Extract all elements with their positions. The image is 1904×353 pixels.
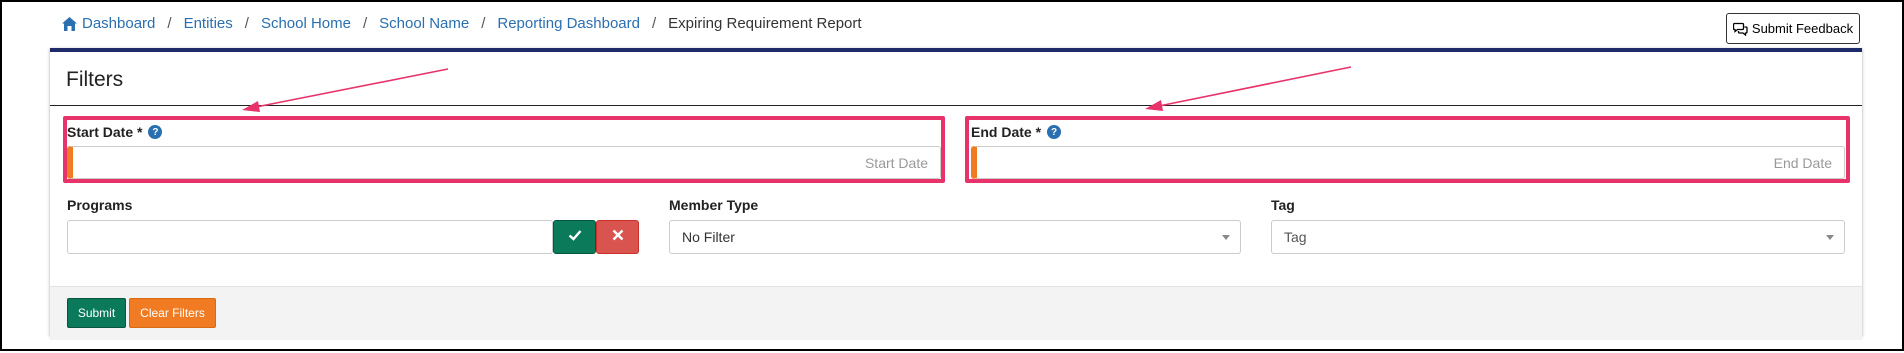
filters-title: Filters <box>66 68 124 91</box>
chevron-down-icon <box>1826 235 1834 240</box>
annotation-highlight-start-date <box>63 116 945 183</box>
confirm-programs-button[interactable] <box>553 220 596 254</box>
clear-filters-button[interactable]: Clear Filters <box>129 298 216 328</box>
tag-value: Tag <box>1284 229 1307 245</box>
programs-input[interactable] <box>67 220 553 254</box>
submit-feedback-button[interactable]: Submit Feedback <box>1726 13 1860 44</box>
breadcrumb-school-home[interactable]: School Home <box>261 15 351 32</box>
member-type-label: Member Type <box>669 197 759 213</box>
home-icon[interactable] <box>61 16 78 32</box>
breadcrumb-separator: / <box>481 15 486 32</box>
breadcrumb-separator: / <box>362 15 368 32</box>
tag-select[interactable]: Tag <box>1271 220 1845 254</box>
filters-footer <box>50 286 1862 340</box>
annotation-highlight-end-date <box>965 116 1850 183</box>
breadcrumb-separator: / <box>651 15 657 32</box>
submit-button[interactable]: Submit <box>67 298 126 328</box>
breadcrumb: Dashboard / Entities / School Home / Sch… <box>61 15 862 32</box>
filters-panel: Filters Start Date * ? End Date * ? Prog… <box>50 48 1862 340</box>
member-type-select[interactable]: No Filter <box>669 220 1241 254</box>
tag-label: Tag <box>1271 197 1295 213</box>
breadcrumb-reporting-dashboard[interactable]: Reporting Dashboard <box>497 15 640 32</box>
chevron-down-icon <box>1222 235 1230 240</box>
submit-feedback-label: Submit Feedback <box>1751 21 1854 36</box>
chat-bubbles-icon <box>1732 22 1748 36</box>
member-type-value: No Filter <box>682 229 735 245</box>
breadcrumb-current-page: Expiring Requirement Report <box>668 15 862 32</box>
breadcrumb-school-name[interactable]: School Name <box>379 15 469 32</box>
programs-label: Programs <box>67 197 133 213</box>
close-icon <box>612 228 624 246</box>
divider <box>50 105 1862 106</box>
breadcrumb-dashboard[interactable]: Dashboard <box>82 15 155 32</box>
check-icon <box>568 228 582 246</box>
breadcrumb-entities[interactable]: Entities <box>184 15 233 32</box>
breadcrumb-separator: / <box>167 15 172 32</box>
clear-programs-button[interactable] <box>596 220 639 254</box>
breadcrumb-separator: / <box>244 15 249 32</box>
